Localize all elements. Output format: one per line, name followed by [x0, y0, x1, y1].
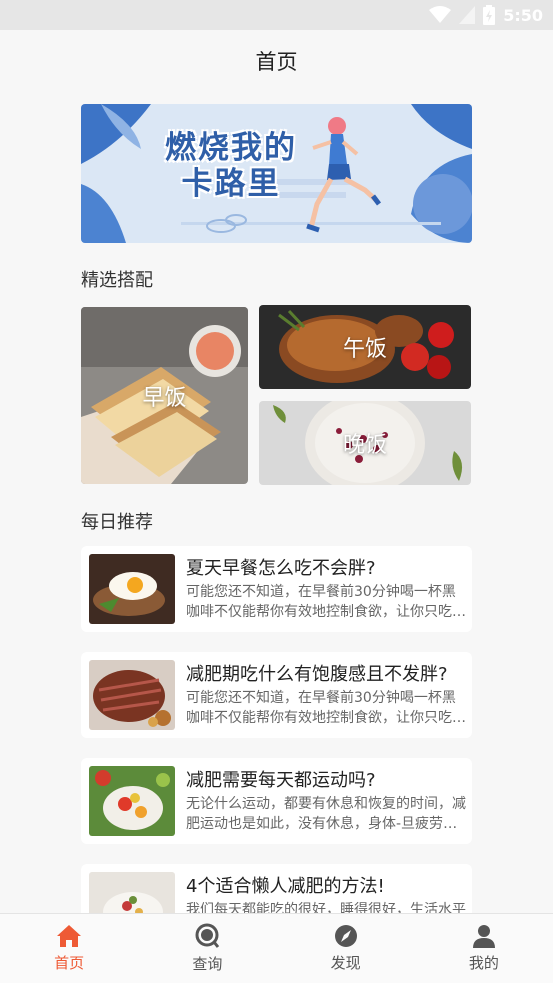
dinner-label: 晚饭: [342, 433, 387, 458]
status-time: 5:50: [503, 5, 543, 25]
list-item-thumbnail: [89, 766, 175, 836]
dinner-tile[interactable]: 晚饭: [259, 401, 471, 485]
nav-item-profile[interactable]: 我的: [415, 914, 553, 983]
nav-label-profile: 我的: [468, 954, 499, 972]
bottom-nav: 首页 查询 发现 我的: [0, 913, 553, 983]
home-icon: [57, 925, 82, 947]
list-item-description: 可能您还不知道，在早餐前30分钟喝一杯黑咖啡不仅能帮你有效地控制食欲，让你只吃一…: [186, 690, 466, 726]
list-item-thumbnail: [89, 554, 175, 624]
featured-section-title: 精选搭配: [81, 270, 153, 291]
status-bar: 5:50: [0, 0, 553, 30]
lunch-label: 午饭: [342, 337, 387, 362]
status-icons: 5:50: [429, 4, 543, 26]
breakfast-label: 早饭: [142, 385, 187, 411]
search-icon: [195, 923, 220, 948]
list-item-title: 减肥期吃什么有饱腹感且不发胖?: [186, 664, 448, 685]
wifi-icon: [429, 6, 452, 23]
list-item-description: 无论什么运动，都要有休息和恢复的时间，减肥运动也是如此，没有休息，身体-旦疲劳，…: [186, 796, 466, 832]
daily-section-title: 每日推荐: [81, 512, 153, 533]
list-item[interactable]: 减肥期吃什么有饱腹感且不发胖? 可能您还不知道，在早餐前30分钟喝一杯黑咖啡不仅…: [81, 652, 472, 738]
breakfast-tile[interactable]: 早饭: [81, 307, 248, 484]
lunch-tile[interactable]: 午饭: [259, 305, 471, 389]
list-item[interactable]: 夏天早餐怎么吃不会胖? 可能您还不知道，在早餐前30分钟喝一杯黑咖啡不仅能帮你有…: [81, 546, 472, 632]
list-item-title: 夏天早餐怎么吃不会胖?: [186, 558, 376, 579]
user-icon: [472, 925, 495, 948]
nav-item-search[interactable]: 查询: [138, 914, 276, 983]
compass-icon: [334, 925, 357, 947]
nav-label-home: 首页: [54, 954, 85, 972]
nav-item-discover[interactable]: 发现: [277, 914, 415, 983]
list-item-thumbnail: [89, 660, 175, 730]
nav-label-discover: 发现: [330, 954, 361, 972]
page-title: 首页: [255, 50, 298, 74]
nav-label-search: 查询: [192, 955, 223, 973]
nav-item-home[interactable]: 首页: [0, 914, 138, 983]
battery-icon: [483, 5, 496, 25]
banner[interactable]: 燃烧我的 卡路里: [81, 104, 472, 243]
list-item-title: 减肥需要每天都运动吗?: [186, 770, 376, 791]
banner-slogan: 燃烧我的 卡路里: [165, 130, 297, 202]
list-item[interactable]: 减肥需要每天都运动吗? 无论什么运动，都要有休息和恢复的时间，减肥运动也是如此，…: [81, 758, 472, 844]
list-item-description: 可能您还不知道，在早餐前30分钟喝一杯黑咖啡不仅能帮你有效地控制食欲，让你只吃一…: [186, 584, 466, 620]
header: 首页: [0, 30, 553, 92]
signal-icon: [459, 6, 476, 24]
list-item-title: 4个适合懒人减肥的方法!: [186, 876, 385, 897]
